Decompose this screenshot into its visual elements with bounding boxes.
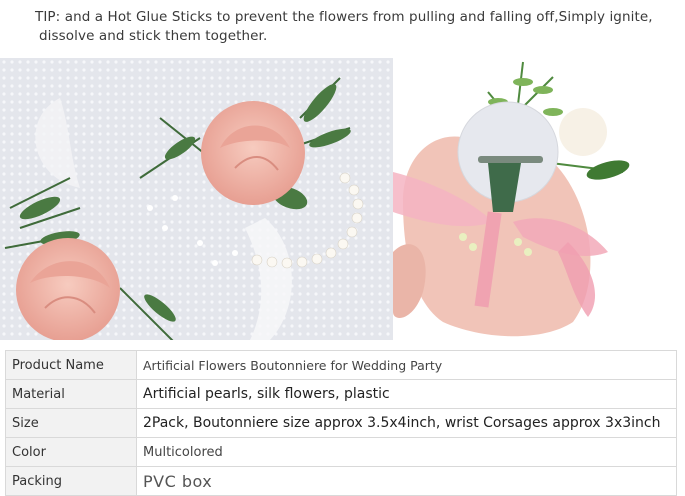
spec-value: Multicolored [136,437,677,467]
spec-value: PVC box [136,466,677,496]
boutonniere-back-pin-photo [393,52,685,340]
table-row: Product Name Artificial Flowers Boutonni… [5,350,677,380]
spec-label: Packing [5,466,137,496]
spec-label: Product Name [5,350,137,380]
spec-value: Artificial Flowers Boutonniere for Weddi… [136,350,677,380]
boutonniere-illustration [393,52,685,340]
product-specs-table: Product Name Artificial Flowers Boutonni… [5,350,677,496]
spec-value: 2Pack, Boutonniere size approx 3.5x4inch… [136,408,677,438]
spec-label: Color [5,437,137,467]
tip-text: TIP: and a Hot Glue Sticks to prevent th… [35,8,655,46]
table-row: Color Multicolored [5,437,677,467]
wrist-corsage-illustration [0,58,393,340]
spec-label: Material [5,379,137,409]
table-row: Packing PVC box [5,466,677,496]
tip-line-2: dissolve and stick them together. [39,28,268,44]
table-row: Material Artificial pearls, silk flowers… [5,379,677,409]
spec-value: Artificial pearls, silk flowers, plastic [136,379,677,409]
spec-label: Size [5,408,137,438]
tip-line-1: TIP: and a Hot Glue Sticks to prevent th… [35,9,653,25]
table-row: Size 2Pack, Boutonniere size approx 3.5x… [5,408,677,438]
wrist-corsage-photo [0,58,393,340]
